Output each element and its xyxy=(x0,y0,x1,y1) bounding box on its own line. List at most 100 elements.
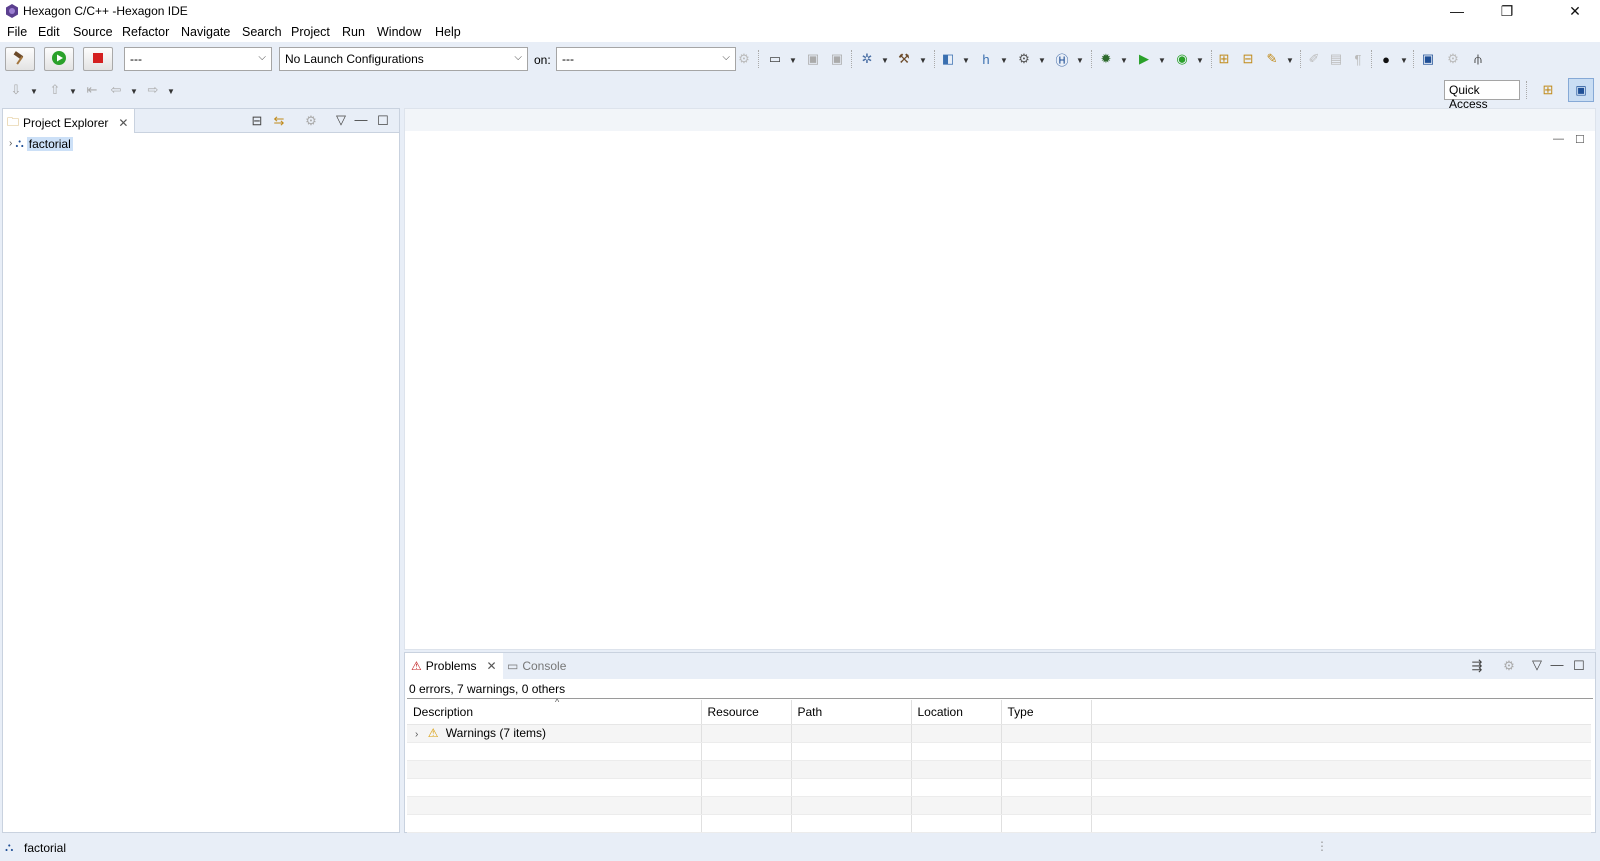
chevron-right-icon[interactable]: › xyxy=(415,729,418,740)
back-icon[interactable]: ⇦ xyxy=(108,82,124,98)
column-type[interactable]: Type xyxy=(1001,700,1092,725)
restore-button[interactable]: ❐ xyxy=(1484,0,1530,22)
chevron-down-icon[interactable]: ▼ xyxy=(1076,56,1084,65)
filters-icon[interactable]: ⚙ xyxy=(303,113,319,129)
quick-access-field[interactable]: Quick Access xyxy=(1444,80,1520,111)
perspective-hexagon-button[interactable]: ▣ xyxy=(1568,78,1594,102)
problems-table: Description Resource Path Location Type … xyxy=(407,700,1591,833)
run-icon[interactable]: ▶ xyxy=(1136,51,1152,67)
minimize-icon[interactable]: — xyxy=(1549,656,1565,672)
close-icon[interactable]: ✕ xyxy=(486,659,496,673)
chevron-down-icon[interactable]: ▼ xyxy=(69,87,77,96)
menu-search[interactable]: Search xyxy=(242,25,282,39)
target-settings-icon[interactable]: ⚙ xyxy=(736,51,752,67)
status-bar: ⛬ factorial ⋮ xyxy=(0,835,1600,861)
launch-target-combo[interactable]: --- ⌵ xyxy=(556,47,736,71)
account-icon[interactable]: ● xyxy=(1378,51,1394,67)
chevron-down-icon[interactable]: ▼ xyxy=(919,56,927,65)
column-location[interactable]: Location xyxy=(911,700,1002,725)
search-icon[interactable]: ✎ xyxy=(1264,51,1280,67)
previous-annotation-icon[interactable]: ⇧ xyxy=(47,82,63,98)
chevron-down-icon[interactable]: ▼ xyxy=(30,87,38,96)
chevron-down-icon[interactable]: ▼ xyxy=(167,87,175,96)
maximize-icon[interactable]: ☐ xyxy=(375,113,391,129)
column-resource[interactable]: Resource xyxy=(701,700,792,725)
view-menu-icon[interactable]: ▽ xyxy=(1529,657,1545,673)
open-element-icon[interactable]: ⊟ xyxy=(1240,51,1256,67)
chevron-right-icon[interactable]: › xyxy=(9,138,12,149)
menu-help[interactable]: Help xyxy=(435,25,461,39)
column-path[interactable]: Path xyxy=(791,700,912,725)
menu-navigate[interactable]: Navigate xyxy=(181,25,230,39)
link-with-editor-icon[interactable]: ⇆ xyxy=(271,113,287,129)
menu-window[interactable]: Window xyxy=(377,25,421,39)
chevron-down-icon[interactable]: ▼ xyxy=(1038,56,1046,65)
toggle-mark-icon[interactable]: ✐ xyxy=(1306,51,1322,67)
usb-icon[interactable]: ⫛ xyxy=(1470,51,1486,67)
menu-project[interactable]: Project xyxy=(291,25,330,39)
build-config-icon[interactable]: ⚒ xyxy=(896,51,912,67)
device-icon[interactable]: ▣ xyxy=(1420,51,1436,67)
external-tools-icon[interactable]: ◉ xyxy=(1174,51,1190,67)
build-button[interactable] xyxy=(5,47,35,71)
view-menu-icon[interactable]: ▽ xyxy=(333,112,349,128)
minimize-icon[interactable]: — xyxy=(1553,133,1564,145)
close-button[interactable]: ✕ xyxy=(1552,0,1598,22)
table-row[interactable]: › ⚠ Warnings (7 items) xyxy=(407,724,1591,743)
main-toolbar: --- ⌵ No Launch Configurations ⌵ on: ---… xyxy=(0,42,1600,76)
menu-file[interactable]: File xyxy=(7,25,27,39)
chevron-down-icon[interactable]: ▼ xyxy=(1196,56,1204,65)
tree-item-label: factorial xyxy=(26,136,73,151)
menu-edit[interactable]: Edit xyxy=(38,25,60,39)
column-description[interactable]: Description xyxy=(407,700,702,725)
launch-button[interactable] xyxy=(44,47,74,71)
show-whitespace-icon[interactable]: ¶ xyxy=(1350,51,1366,67)
target-icon[interactable]: ✲ xyxy=(859,51,875,67)
chevron-down-icon[interactable]: ▼ xyxy=(962,56,970,65)
last-edit-icon[interactable]: ⇤ xyxy=(84,82,100,98)
chevron-down-icon[interactable]: ▼ xyxy=(1400,56,1408,65)
new-class-icon[interactable]: ◧ xyxy=(940,51,956,67)
tab-console[interactable]: ▭ Console xyxy=(501,653,572,679)
minimize-icon[interactable]: — xyxy=(353,111,369,127)
launch-mode-combo[interactable]: --- ⌵ xyxy=(124,47,272,71)
open-perspective-icon[interactable]: ⊞ xyxy=(1540,82,1556,98)
debug-icon[interactable]: ✹ xyxy=(1098,51,1114,67)
warnings-cell[interactable]: › ⚠ Warnings (7 items) xyxy=(407,724,702,743)
profile-icon[interactable]: ⚙ xyxy=(1016,51,1032,67)
menu-run[interactable]: Run xyxy=(342,25,365,39)
settings-icon[interactable]: ⚙ xyxy=(1445,51,1461,67)
maximize-icon[interactable]: ☐ xyxy=(1575,133,1585,146)
collapse-all-icon[interactable]: ⊟ xyxy=(249,113,265,129)
filters-icon[interactable]: ⚙ xyxy=(1501,658,1517,674)
launch-config-combo[interactable]: No Launch Configurations ⌵ xyxy=(279,47,528,71)
save-all-icon[interactable]: ▣ xyxy=(829,51,845,67)
tab-problems[interactable]: ⚠ Problems ✕ xyxy=(405,653,503,679)
close-icon[interactable]: ✕ xyxy=(118,116,128,130)
next-annotation-icon[interactable]: ⇩ xyxy=(8,82,24,98)
new-header-icon[interactable]: h xyxy=(978,51,994,67)
tree-item-factorial[interactable]: › ⛬ factorial xyxy=(9,136,73,151)
chevron-down-icon[interactable]: ▼ xyxy=(1158,56,1166,65)
menu-refactor[interactable]: Refactor xyxy=(122,25,169,39)
forward-icon[interactable]: ⇨ xyxy=(145,82,161,98)
save-icon[interactable]: ▣ xyxy=(805,51,821,67)
maximize-icon[interactable]: ☐ xyxy=(1571,658,1587,674)
chevron-down-icon[interactable]: ▼ xyxy=(1120,56,1128,65)
open-type-icon[interactable]: ⊞ xyxy=(1216,51,1232,67)
chevron-down-icon[interactable]: ▼ xyxy=(130,87,138,96)
configure-contents-icon[interactable]: ⇶ xyxy=(1469,658,1485,674)
stop-button[interactable] xyxy=(83,47,113,71)
block-selection-icon[interactable]: ▤ xyxy=(1328,51,1344,67)
minimize-button[interactable]: — xyxy=(1434,0,1480,22)
chevron-down-icon[interactable]: ▼ xyxy=(1286,56,1294,65)
chevron-down-icon[interactable]: ▼ xyxy=(789,56,797,65)
chevron-down-icon[interactable]: ▼ xyxy=(1000,56,1008,65)
problems-summary: 0 errors, 7 warnings, 0 others xyxy=(409,682,566,696)
tab-project-explorer[interactable]: 🗀 Project Explorer ✕ xyxy=(3,109,136,133)
chevron-down-icon[interactable]: ▼ xyxy=(881,56,889,65)
menu-source[interactable]: Source xyxy=(73,25,113,39)
hexagon-tool-icon[interactable]: Ⓗ xyxy=(1054,51,1070,68)
new-icon[interactable]: ▭ xyxy=(767,51,783,67)
table-cell xyxy=(911,742,1002,761)
